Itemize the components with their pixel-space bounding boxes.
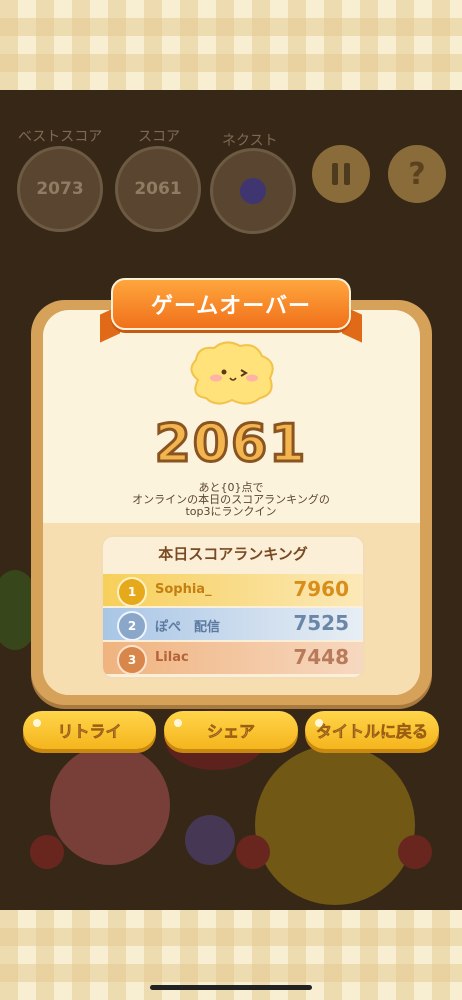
mascot-character-icon (190, 341, 274, 405)
ranking-score: 7960 (293, 577, 349, 601)
help-icon: ? (408, 156, 426, 192)
daily-ranking-board: 本日スコアランキング 1 Sophia_ 7960 2 ぽぺ 配信 7525 3… (101, 535, 365, 679)
button-shine (315, 719, 323, 727)
retry-button[interactable]: リトライ (23, 711, 156, 749)
dialog-title: ゲームオーバー (111, 278, 351, 330)
rank-message-line3: top3にランクイン (185, 505, 277, 518)
silver-crown-icon: 2 (117, 611, 147, 641)
next-label: ネクスト (222, 133, 278, 149)
ranking-player-name: Lilac (155, 650, 189, 665)
ranking-row: 2 ぽぺ 配信 7525 (103, 608, 363, 641)
ranking-score: 7448 (293, 645, 349, 669)
pause-icon (332, 163, 350, 185)
pause-button[interactable] (312, 145, 370, 203)
back-to-title-label: タイトルに戻る (315, 722, 429, 742)
ranking-player-name: Sophia_ (155, 582, 212, 597)
score-display: 2061 (115, 146, 201, 232)
gold-crown-icon: 1 (117, 577, 147, 607)
best-score-display: 2073 (17, 146, 103, 232)
final-score: 2061 (153, 413, 308, 476)
best-score-value: 2073 (36, 179, 84, 199)
top-background (0, 0, 462, 90)
share-button-label: シェア (206, 722, 256, 742)
back-to-title-button[interactable]: タイトルに戻る (305, 711, 439, 749)
button-shine (33, 719, 41, 727)
ranking-score: 7525 (293, 611, 349, 635)
share-button[interactable]: シェア (164, 711, 298, 749)
grape-icon (240, 178, 266, 204)
retry-button-label: リトライ (57, 722, 122, 742)
ranking-row: 1 Sophia_ 7960 (103, 574, 363, 607)
ranking-row: 3 Lilac 7448 (103, 642, 363, 675)
score-label: スコア (138, 129, 180, 145)
ranking-player-name: ぽぺ 配信 (155, 620, 221, 635)
next-fruit-display (210, 148, 296, 234)
ranking-title: 本日スコアランキング (158, 545, 308, 563)
help-button[interactable]: ? (388, 145, 446, 203)
home-indicator[interactable] (150, 985, 312, 990)
bronze-crown-icon: 3 (117, 645, 147, 675)
button-shine (174, 719, 182, 727)
best-score-label: ベストスコア (18, 129, 103, 145)
score-value: 2061 (134, 179, 182, 199)
